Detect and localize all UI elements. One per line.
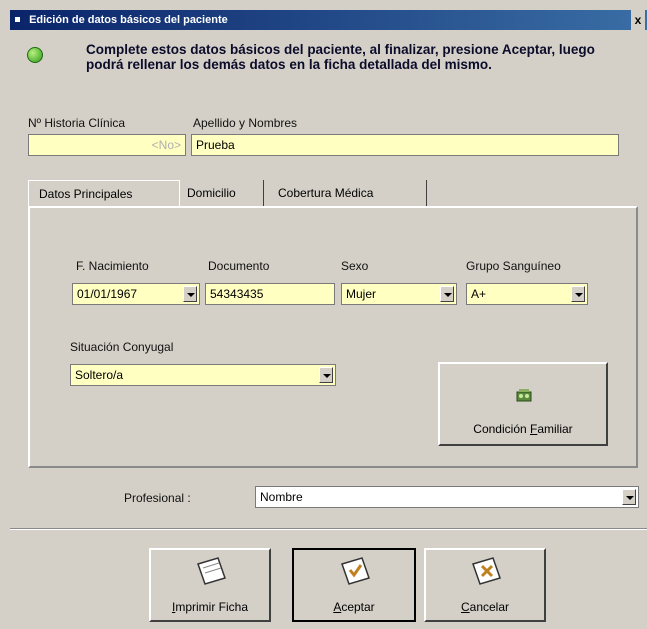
sexo-value: Mujer [346, 287, 377, 301]
sexo-select[interactable]: Mujer [341, 283, 457, 305]
nacimiento-label: F. Nacimiento [76, 259, 149, 273]
tab-domicilio[interactable]: Domicilio [185, 180, 264, 206]
chevron-down-icon[interactable] [571, 286, 585, 302]
info-icon [27, 47, 43, 63]
instructions-text: Complete estos datos básicos del pacient… [86, 42, 595, 72]
chevron-down-icon[interactable] [319, 367, 333, 383]
nacimiento-value: 01/01/1967 [77, 287, 138, 301]
sexo-label: Sexo [341, 259, 369, 273]
close-button[interactable]: x [631, 10, 645, 30]
grupo-select[interactable]: A+ [466, 283, 588, 305]
tab-datos-principales[interactable]: Datos Principales [28, 180, 180, 206]
historia-field[interactable]: <No> [28, 134, 186, 156]
accept-icon [341, 557, 370, 585]
grupo-label: Grupo Sanguíneo [466, 259, 561, 273]
historia-label: Nº Historia Clínica [28, 116, 126, 130]
imprimir-caption: Imprimir Ficha [171, 600, 248, 614]
documento-label: Documento [208, 259, 270, 273]
family-icon [516, 389, 532, 402]
aceptar-button[interactable]: Aceptar [292, 548, 416, 622]
chevron-down-icon[interactable] [440, 286, 454, 302]
condicion-familiar-caption: Condición Familiar [473, 422, 573, 436]
tab-cobertura-medica[interactable]: Cobertura Médica [272, 180, 427, 206]
profesional-value: Nombre [260, 490, 303, 504]
conyugal-value: Soltero/a [75, 368, 124, 382]
cancelar-button[interactable]: Cancelar [424, 548, 546, 622]
documento-field[interactable]: 54343435 [205, 283, 335, 305]
chevron-down-icon[interactable] [622, 489, 636, 505]
nacimiento-picker[interactable]: 01/01/1967 [72, 283, 200, 305]
patient-dialog: Edición de datos básicos del paciente x … [0, 0, 647, 629]
print-icon [197, 557, 226, 585]
apellido-label: Apellido y Nombres [193, 116, 298, 130]
imprimir-ficha-button[interactable]: Imprimir Ficha [149, 548, 271, 622]
conyugal-select[interactable]: Soltero/a [70, 364, 336, 386]
profesional-label: Profesional : [124, 491, 191, 505]
apellido-field[interactable]: Prueba [191, 134, 619, 156]
condicion-familiar-button[interactable]: Condición Familiar [438, 362, 608, 446]
cancelar-caption: Cancelar [460, 600, 510, 614]
window-title: Edición de datos básicos del paciente [29, 14, 228, 26]
window-icon [15, 17, 20, 23]
conyugal-label: Situación Conyugal [70, 340, 174, 354]
grupo-value: A+ [471, 287, 487, 301]
profesional-select[interactable]: Nombre [255, 486, 639, 508]
divider [10, 528, 647, 530]
chevron-down-icon[interactable] [183, 286, 197, 302]
cancel-icon [472, 557, 501, 585]
aceptar-caption: Aceptar [333, 600, 375, 614]
title-bar: Edición de datos básicos del paciente x [10, 10, 647, 30]
